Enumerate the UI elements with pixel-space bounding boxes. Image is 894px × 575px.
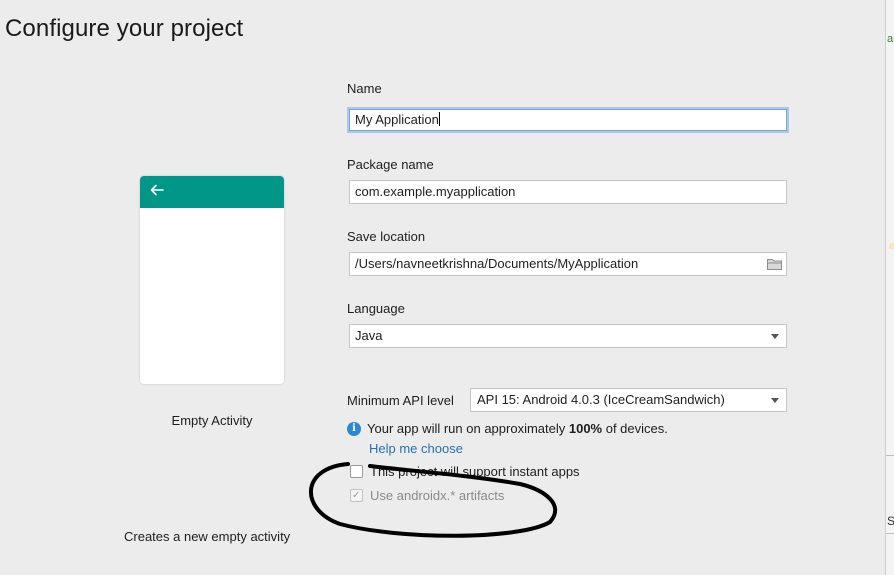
info-prefix: Your app will run on approximately [367, 421, 569, 436]
min-api-label: Minimum API level [347, 393, 454, 408]
info-icon: i [347, 421, 361, 436]
back-arrow-icon [150, 184, 164, 196]
info-suffix: of devices. [602, 421, 668, 436]
activity-description: Creates a new empty activity [124, 529, 291, 544]
save-location-field[interactable]: /Users/navneetkrishna/Documents/MyApplic… [349, 252, 787, 276]
language-select[interactable]: Java [349, 324, 787, 348]
package-name-label: Package name [347, 157, 434, 172]
instant-apps-checkbox[interactable] [350, 465, 363, 478]
configure-project-dialog: Configure your project Empty Activity Cr… [0, 0, 885, 575]
help-me-choose-link[interactable]: Help me choose [369, 441, 463, 456]
preview-toolbar [140, 176, 284, 208]
background-text-fragment: ar [887, 33, 894, 45]
save-location-value: /Users/navneetkrishna/Documents/MyApplic… [355, 256, 639, 271]
min-api-select[interactable]: API 15: Android 4.0.3 (IceCreamSandwich) [470, 388, 787, 412]
androidx-label[interactable]: Use androidx.* artifacts [370, 488, 504, 503]
activity-preview [140, 176, 284, 384]
page-title: Configure your project [5, 15, 244, 42]
androidx-checkbox[interactable]: ✓ [350, 489, 363, 502]
name-label: Name [347, 81, 382, 96]
background-divider [886, 533, 894, 534]
min-api-value: API 15: Android 4.0.3 (IceCreamSandwich) [477, 392, 725, 407]
background-marker [889, 243, 894, 249]
background-window-edge: ar S [885, 0, 894, 575]
instant-apps-label[interactable]: This project will support instant apps [370, 464, 580, 479]
background-text-fragment: S [887, 514, 894, 528]
background-divider [886, 455, 894, 456]
name-field-value: My Application [355, 112, 439, 127]
activity-name: Empty Activity [171, 413, 253, 428]
language-value: Java [355, 328, 383, 343]
save-location-label: Save location [347, 229, 426, 244]
chevron-down-icon [771, 334, 779, 339]
package-name-value: com.example.myapplication [355, 184, 516, 199]
folder-icon[interactable] [767, 258, 782, 270]
chevron-down-icon [771, 398, 779, 403]
info-percent: 100% [568, 421, 603, 436]
package-name-field[interactable]: com.example.myapplication [349, 180, 787, 204]
checkmark-icon: ✓ [352, 490, 361, 501]
text-caret [438, 112, 440, 126]
name-field[interactable]: My Application [349, 109, 787, 131]
api-info-text: i Your app will run on approximately 100… [347, 421, 668, 436]
language-label: Language [347, 301, 405, 316]
